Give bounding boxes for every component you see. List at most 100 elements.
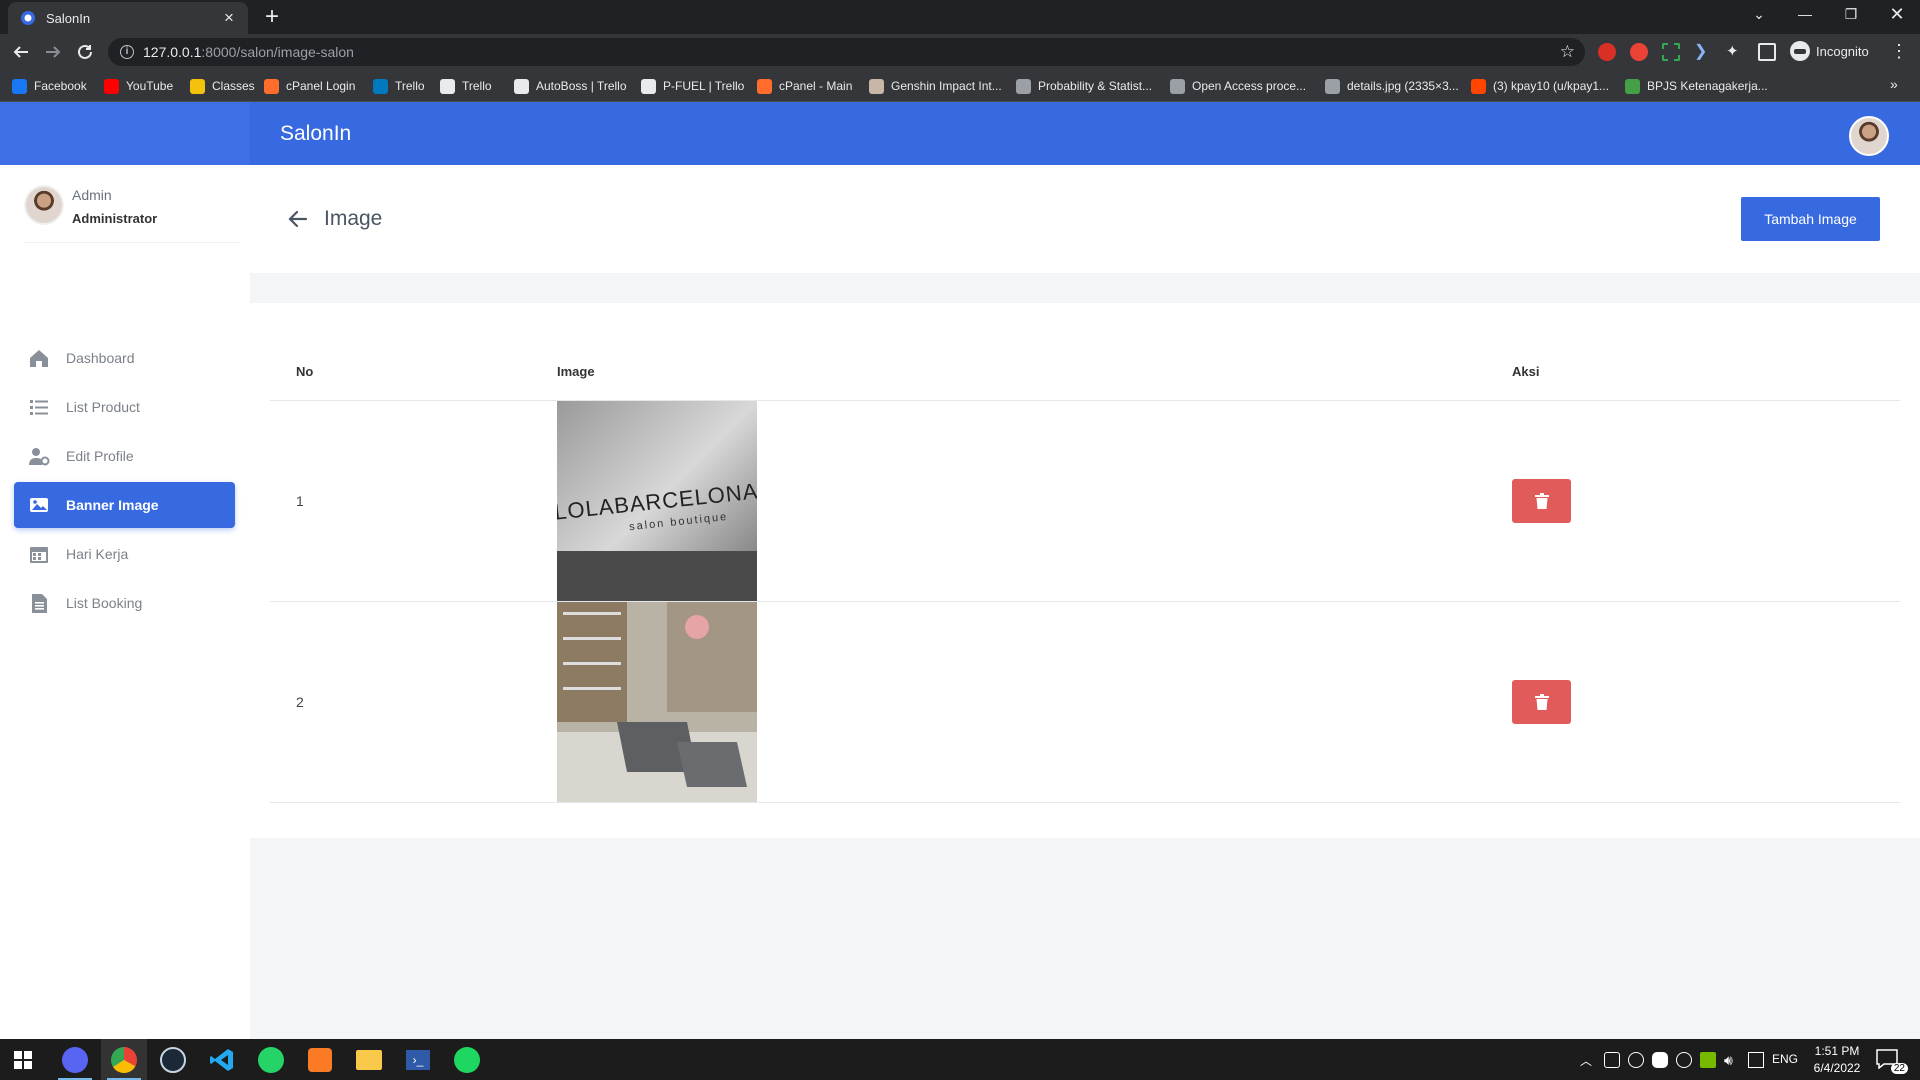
sidebar-item-edit-profile[interactable]: Edit Profile — [14, 433, 235, 479]
bookmark-item[interactable]: Probability & Statist... — [1016, 77, 1152, 95]
header-action: Aksi — [1512, 343, 1900, 401]
bookmark-item[interactable]: details.jpg (2335×3... — [1325, 77, 1459, 95]
address-bar[interactable]: i 127.0.0.1 :8000/salon/image-salon ☆ — [108, 38, 1585, 66]
header-avatar[interactable] — [1849, 116, 1889, 156]
sidebar-item-list-product[interactable]: List Product — [14, 384, 235, 430]
bookmark-favicon-icon — [440, 78, 455, 94]
trash-icon — [1534, 693, 1549, 710]
bookmark-item[interactable]: Open Access proce... — [1170, 77, 1306, 95]
bookmark-item[interactable]: Trello — [440, 77, 492, 95]
delete-button[interactable] — [1512, 679, 1571, 724]
minimize-button[interactable]: — — [1782, 0, 1828, 30]
app-header: SalonIn — [0, 102, 1920, 165]
tray-time[interactable]: 1:51 PM — [1812, 1044, 1862, 1058]
page-title: Image — [324, 207, 383, 230]
bookmark-label: Open Access proce... — [1192, 79, 1307, 93]
row-image: LOLABARCELONA salon boutique — [557, 400, 1512, 602]
sidebar-item-banner-image[interactable]: Banner Image — [14, 482, 235, 528]
back-button[interactable] — [8, 39, 34, 65]
bookmark-label: cPanel Login — [286, 79, 356, 93]
home-icon — [28, 347, 50, 369]
url-host: 127.0.0.1 — [143, 44, 202, 60]
tray-sun-icon[interactable] — [1628, 1052, 1644, 1068]
delete-button[interactable] — [1512, 478, 1571, 523]
back-arrow-icon[interactable] — [286, 207, 310, 231]
taskbar-file-explorer[interactable] — [346, 1039, 392, 1080]
bookmark-item[interactable]: cPanel - Main — [757, 77, 852, 95]
tray-chevron-icon[interactable]: ︿ — [1580, 1052, 1596, 1068]
url-path: :8000/salon/image-salon — [201, 44, 354, 60]
side-panel-icon[interactable] — [1758, 43, 1776, 61]
bookmark-item[interactable]: AutoBoss | Trello — [514, 77, 627, 95]
xampp-icon — [308, 1047, 332, 1072]
bookmark-star-icon[interactable]: ☆ — [1560, 42, 1575, 62]
bookmark-item[interactable]: BPJS Ketenagakerja... — [1625, 77, 1768, 95]
list-icon — [28, 396, 50, 418]
bookmark-label: Trello — [395, 79, 425, 93]
taskbar-steam[interactable] — [150, 1039, 196, 1080]
image-table-card: No Image Aksi 1 LOLABARCELONA salon boutiq… — [250, 303, 1920, 838]
incognito-icon — [1790, 41, 1810, 61]
start-button[interactable] — [0, 1039, 46, 1080]
sidebar-item-label: Dashboard — [66, 350, 135, 366]
spotify-icon — [454, 1046, 480, 1073]
tab-search-icon[interactable]: ⌄ — [1736, 0, 1782, 30]
app-brand[interactable]: SalonIn — [280, 122, 351, 146]
notification-center-button[interactable]: 22 — [1876, 1049, 1908, 1074]
forward-button[interactable] — [40, 39, 66, 65]
forward-arrow-icon — [46, 46, 61, 58]
sidebar-item-label: Banner Image — [66, 497, 159, 513]
whatsapp-icon — [258, 1046, 284, 1073]
bookmark-favicon-icon — [869, 78, 884, 94]
taskbar-xampp[interactable] — [297, 1039, 343, 1080]
browser-tab[interactable]: SalonIn × — [8, 2, 248, 34]
extension-arrow-icon[interactable]: ❯ — [1694, 43, 1712, 61]
tab-close-icon[interactable]: × — [220, 8, 238, 28]
taskbar-whatsapp[interactable] — [248, 1039, 294, 1080]
add-image-button[interactable]: Tambah Image — [1741, 197, 1880, 241]
reload-icon — [78, 44, 92, 59]
taskbar-spotify[interactable] — [444, 1039, 490, 1080]
browser-menu-icon[interactable]: ⋮ — [1890, 42, 1908, 60]
extension-red-icon[interactable] — [1598, 43, 1616, 61]
taskbar-discord[interactable] — [52, 1039, 98, 1080]
incognito-profile[interactable]: Incognito — [1790, 41, 1869, 61]
row-number: 2 — [270, 601, 557, 803]
tray-nvidia-icon[interactable] — [1700, 1052, 1716, 1068]
header-no: No — [270, 343, 557, 401]
bookmark-item[interactable]: YouTube — [104, 77, 173, 95]
bookmark-item[interactable]: (3) kpay10 (u/kpay1... — [1471, 77, 1609, 95]
reload-button[interactable] — [72, 39, 98, 65]
site-info-icon[interactable]: i — [120, 45, 134, 59]
bookmark-favicon-icon — [373, 78, 388, 94]
bookmark-item[interactable]: Genshin Impact Int... — [869, 77, 1002, 95]
tray-date[interactable]: 6/4/2022 — [1808, 1061, 1866, 1075]
extension-green-icon[interactable] — [1662, 43, 1680, 61]
taskbar-chrome[interactable] — [101, 1039, 147, 1080]
close-window-button[interactable]: ✕ — [1874, 0, 1920, 30]
tray-volume-icon[interactable]: 🔊︎ — [1724, 1052, 1740, 1068]
restore-button[interactable]: ❐ — [1828, 0, 1874, 30]
sidebar-item-hari-kerja[interactable]: Hari Kerja — [14, 531, 235, 577]
taskbar-vscode[interactable] — [199, 1039, 245, 1080]
bookmark-item[interactable]: P-FUEL | Trello — [641, 77, 744, 95]
taskbar-powershell[interactable]: ›_ — [395, 1039, 441, 1080]
tray-discord-icon[interactable] — [1652, 1052, 1668, 1068]
bookmarks-overflow-icon[interactable]: » — [1890, 76, 1898, 92]
bookmark-item[interactable]: Trello — [373, 77, 425, 95]
table-header-row: No Image Aksi — [270, 343, 1900, 401]
extension-blocker-icon[interactable] — [1630, 43, 1648, 61]
user-gear-icon — [28, 445, 50, 467]
tray-language[interactable]: ENG — [1772, 1052, 1798, 1066]
powershell-icon: ›_ — [406, 1049, 430, 1070]
tray-steam-icon[interactable] — [1676, 1052, 1692, 1068]
bookmark-item[interactable]: Classes — [190, 77, 255, 95]
bookmark-item[interactable]: cPanel Login — [264, 77, 355, 95]
extensions-puzzle-icon[interactable]: ✦ — [1726, 43, 1744, 61]
tray-network-icon[interactable] — [1748, 1052, 1764, 1068]
sidebar-item-list-booking[interactable]: List Booking — [14, 580, 235, 626]
tray-app-icon[interactable] — [1604, 1052, 1620, 1068]
bookmark-item[interactable]: Facebook — [12, 77, 87, 95]
new-tab-button[interactable]: + — [258, 4, 286, 32]
sidebar-item-dashboard[interactable]: Dashboard — [14, 335, 235, 381]
